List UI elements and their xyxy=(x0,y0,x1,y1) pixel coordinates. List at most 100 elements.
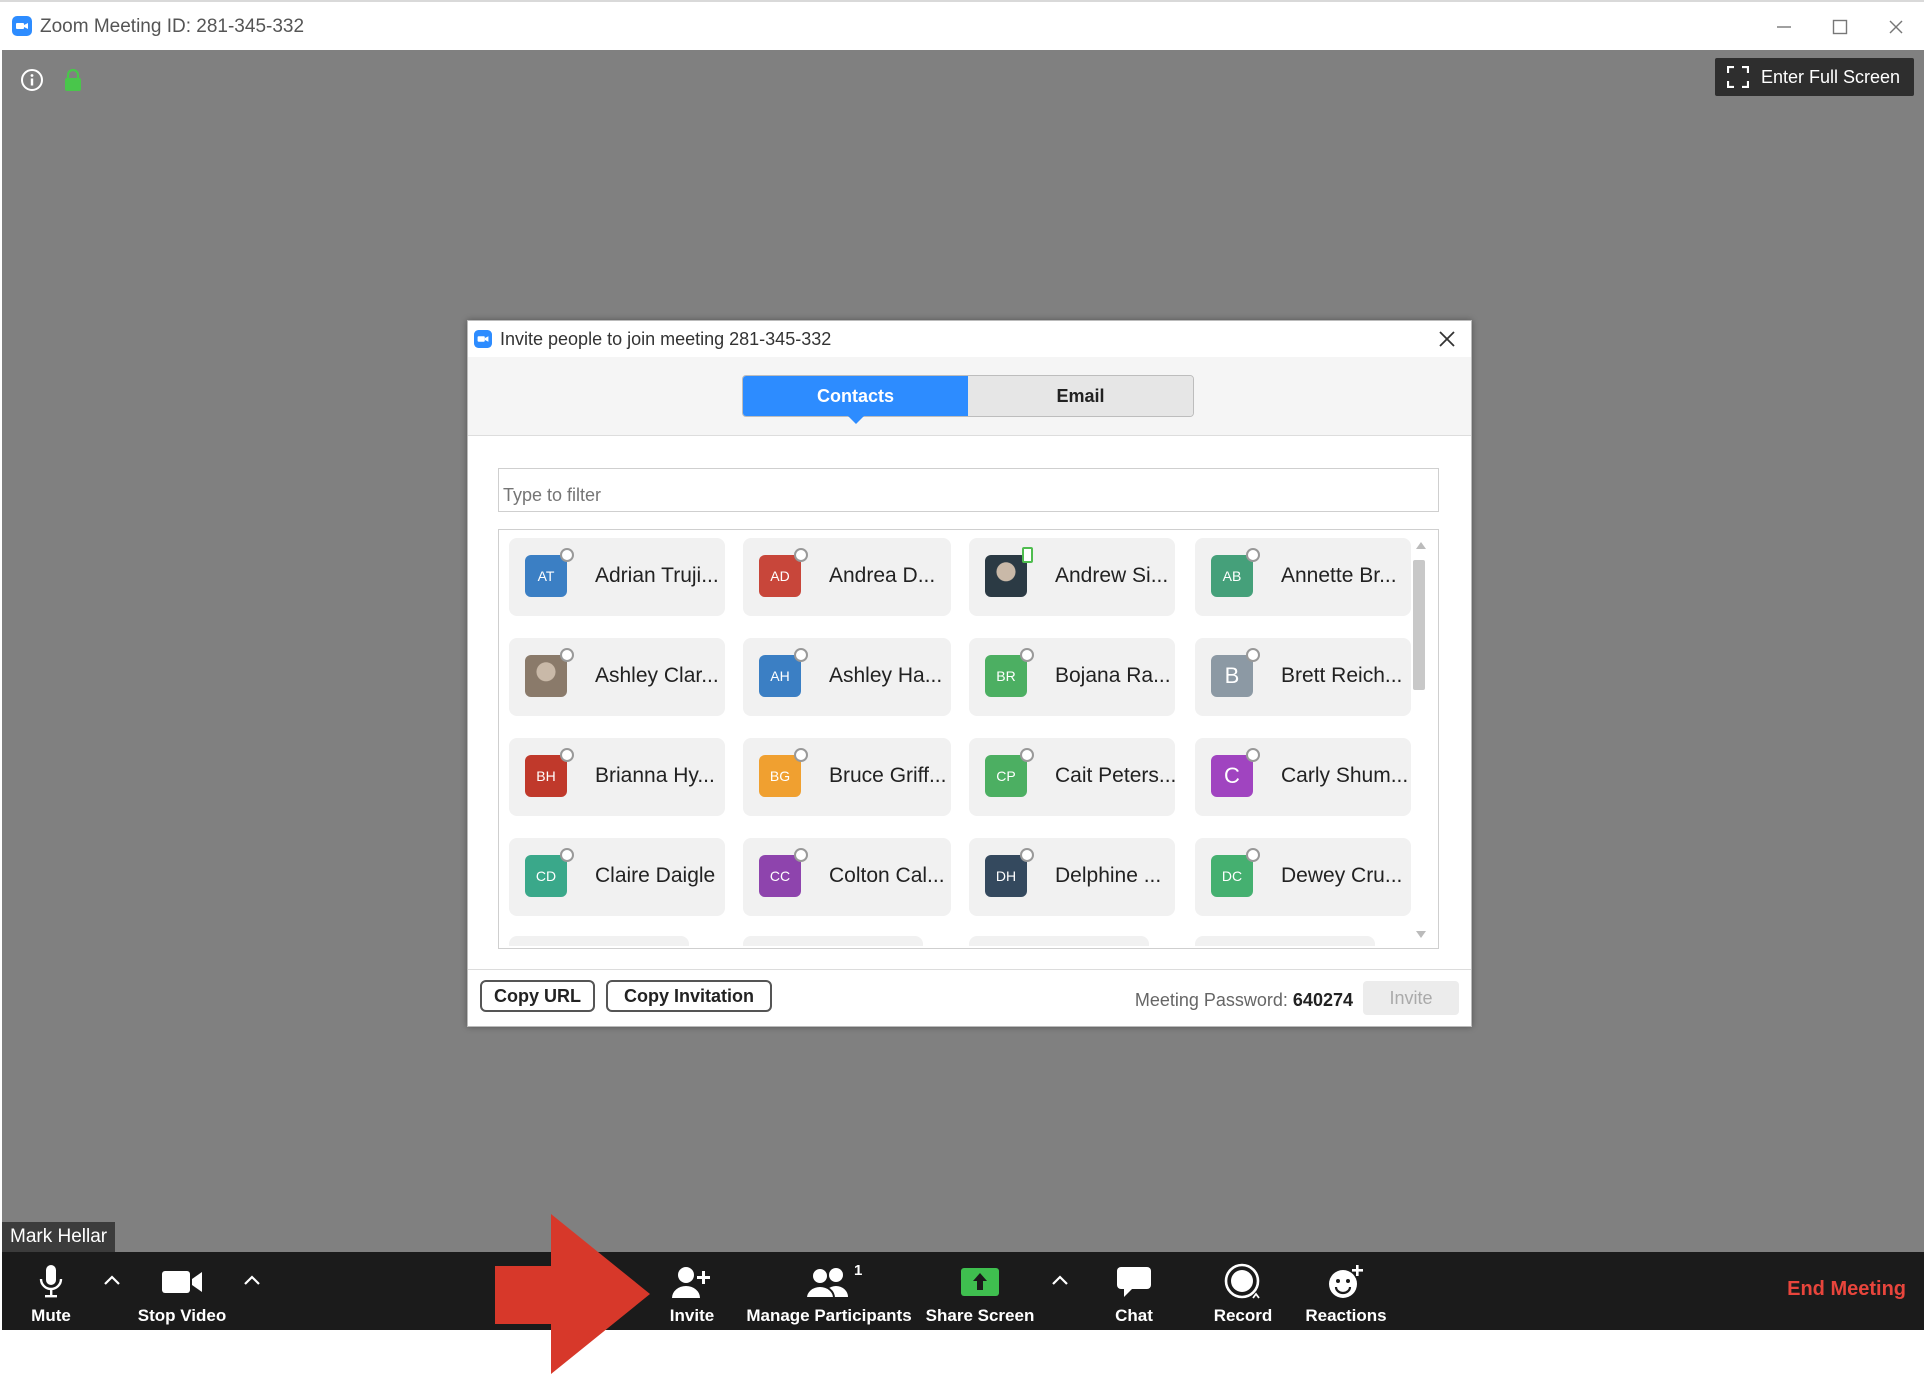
close-window-button[interactable] xyxy=(1868,10,1924,44)
tab-contacts[interactable]: Contacts xyxy=(743,376,968,424)
zoom-logo-icon xyxy=(12,16,32,41)
contact-card[interactable]: BH Brianna Hy... xyxy=(509,738,725,816)
chat-label: Chat xyxy=(1115,1306,1153,1325)
contact-name: Brianna Hy... xyxy=(595,764,715,787)
minimize-icon xyxy=(1777,26,1791,28)
reactions-button[interactable]: Reactions xyxy=(1302,1252,1390,1330)
contact-card-partial[interactable] xyxy=(743,936,923,946)
meeting-password: Meeting Password: 640274 xyxy=(1135,990,1353,1011)
window-title: Zoom Meeting ID: 281-345-332 xyxy=(40,16,305,37)
offline-status-icon xyxy=(794,548,808,562)
offline-status-icon xyxy=(1020,648,1034,662)
dialog-title: Invite people to join meeting 281-345-33… xyxy=(500,329,832,349)
contact-name: Andrea D... xyxy=(829,564,936,587)
record-button[interactable]: Record xyxy=(1206,1252,1280,1330)
contact-card[interactable]: Andrew Si... xyxy=(969,538,1175,616)
contact-card[interactable]: Ashley Clar... xyxy=(509,638,725,716)
contact-name: Ashley Clar... xyxy=(595,664,719,687)
password-label: Meeting Password: xyxy=(1134,990,1288,1010)
participant-count-badge: 1 xyxy=(854,1262,863,1279)
scrollbar-thumb[interactable] xyxy=(1413,560,1425,690)
dialog-title-bar: Invite people to join meeting 281-345-33… xyxy=(468,321,1471,357)
enter-full-screen-button[interactable]: Enter Full Screen xyxy=(1714,58,1914,96)
contact-avatar: CC xyxy=(759,855,801,897)
contact-avatar: CP xyxy=(985,755,1027,797)
offline-status-icon xyxy=(560,648,574,662)
offline-status-icon xyxy=(1246,748,1260,762)
title-bar: Zoom Meeting ID: 281-345-332 xyxy=(0,0,1924,50)
mute-button[interactable]: Mute xyxy=(16,1252,86,1330)
contact-name: Claire Daigle xyxy=(595,864,716,887)
manage-participants-label: Manage Participants xyxy=(746,1306,912,1325)
offline-status-icon xyxy=(1020,848,1034,862)
offline-status-icon xyxy=(1020,748,1034,762)
contact-card[interactable]: AB Annette Br... xyxy=(1195,538,1411,616)
offline-status-icon xyxy=(560,848,574,862)
add-person-icon xyxy=(671,1260,713,1304)
stop-video-button[interactable]: Stop Video xyxy=(132,1252,232,1330)
contact-avatar: DC xyxy=(1211,855,1253,897)
copy-url-button[interactable]: Copy URL xyxy=(480,980,595,1012)
share-screen-label: Share Screen xyxy=(925,1306,1035,1325)
share-options-caret[interactable] xyxy=(1046,1266,1074,1294)
contact-card[interactable]: AT Adrian Truji... xyxy=(509,538,725,616)
stop-video-label: Stop Video xyxy=(137,1306,227,1325)
maximize-button[interactable] xyxy=(1812,10,1868,44)
invite-toolbar-button[interactable]: Invite xyxy=(652,1252,732,1330)
contact-card[interactable]: AH Ashley Ha... xyxy=(743,638,951,716)
contact-avatar xyxy=(525,655,567,697)
tab-switcher: Contacts Email xyxy=(742,375,1194,424)
contact-avatar: C xyxy=(1211,755,1253,797)
contact-name: Brett Reich... xyxy=(1281,664,1403,687)
scroll-up-icon[interactable] xyxy=(1415,540,1427,550)
contact-card[interactable]: BR Bojana Ra... xyxy=(969,638,1175,716)
contact-avatar: AH xyxy=(759,655,801,697)
contact-name: Bruce Griff... xyxy=(829,764,947,787)
meeting-info-icon[interactable] xyxy=(20,68,44,97)
contact-name: Carly Shum... xyxy=(1281,764,1407,787)
copy-invitation-button[interactable]: Copy Invitation xyxy=(606,980,772,1012)
record-icon xyxy=(1223,1260,1263,1304)
participant-name-label: Mark Hellar xyxy=(2,1222,116,1252)
contact-card[interactable]: AD Andrea D... xyxy=(743,538,951,616)
encryption-lock-icon[interactable] xyxy=(64,68,82,97)
chevron-up-icon xyxy=(244,1275,260,1285)
contact-card-partial[interactable] xyxy=(509,936,689,946)
contact-card[interactable]: CP Cait Peters... xyxy=(969,738,1176,816)
tab-email[interactable]: Email xyxy=(968,376,1193,416)
manage-participants-button[interactable]: Manage Participants xyxy=(744,1252,914,1330)
offline-status-icon xyxy=(794,848,808,862)
contact-card[interactable]: CD Claire Daigle xyxy=(509,838,725,916)
contact-card[interactable]: DC Dewey Cru... xyxy=(1195,838,1411,916)
contact-card-partial[interactable] xyxy=(1195,936,1375,946)
contact-card[interactable]: C Carly Shum... xyxy=(1195,738,1411,816)
scroll-down-icon[interactable] xyxy=(1415,930,1427,940)
dialog-close-button[interactable] xyxy=(1435,327,1459,351)
invite-dialog: Invite people to join meeting 281-345-33… xyxy=(467,320,1472,1027)
fullscreen-icon xyxy=(1726,66,1749,88)
audio-options-caret[interactable] xyxy=(98,1266,126,1294)
share-screen-button[interactable]: Share Screen xyxy=(924,1252,1036,1330)
meeting-toolbar: Mute Stop Video Invite Manage Participan… xyxy=(2,1252,1924,1330)
contact-card[interactable]: B Brett Reich... xyxy=(1195,638,1411,716)
contact-name: Andrew Si... xyxy=(1055,564,1169,587)
contact-card-partial[interactable] xyxy=(969,936,1149,946)
contact-name: Colton Cal... xyxy=(829,864,945,887)
chat-button[interactable]: Chat xyxy=(1102,1252,1166,1330)
contact-card[interactable]: DH Delphine ... xyxy=(969,838,1175,916)
microphone-icon xyxy=(38,1260,64,1304)
end-meeting-button[interactable]: End Meeting xyxy=(1787,1278,1906,1301)
video-options-caret[interactable] xyxy=(238,1266,266,1294)
contact-card[interactable]: CC Colton Cal... xyxy=(743,838,951,916)
participants-icon xyxy=(806,1260,852,1304)
offline-status-icon xyxy=(794,648,808,662)
minimize-button[interactable] xyxy=(1756,10,1812,44)
filter-input[interactable] xyxy=(498,468,1439,512)
close-icon xyxy=(1439,331,1455,347)
contact-card[interactable]: BG Bruce Griff... xyxy=(743,738,951,816)
dialog-footer: Copy URL Copy Invitation Meeting Passwor… xyxy=(468,969,1471,1026)
video-camera-icon xyxy=(161,1260,203,1304)
invite-button[interactable]: Invite xyxy=(1363,981,1459,1015)
zoom-logo-icon xyxy=(474,330,492,348)
contact-name: Bojana Ra... xyxy=(1055,664,1171,687)
